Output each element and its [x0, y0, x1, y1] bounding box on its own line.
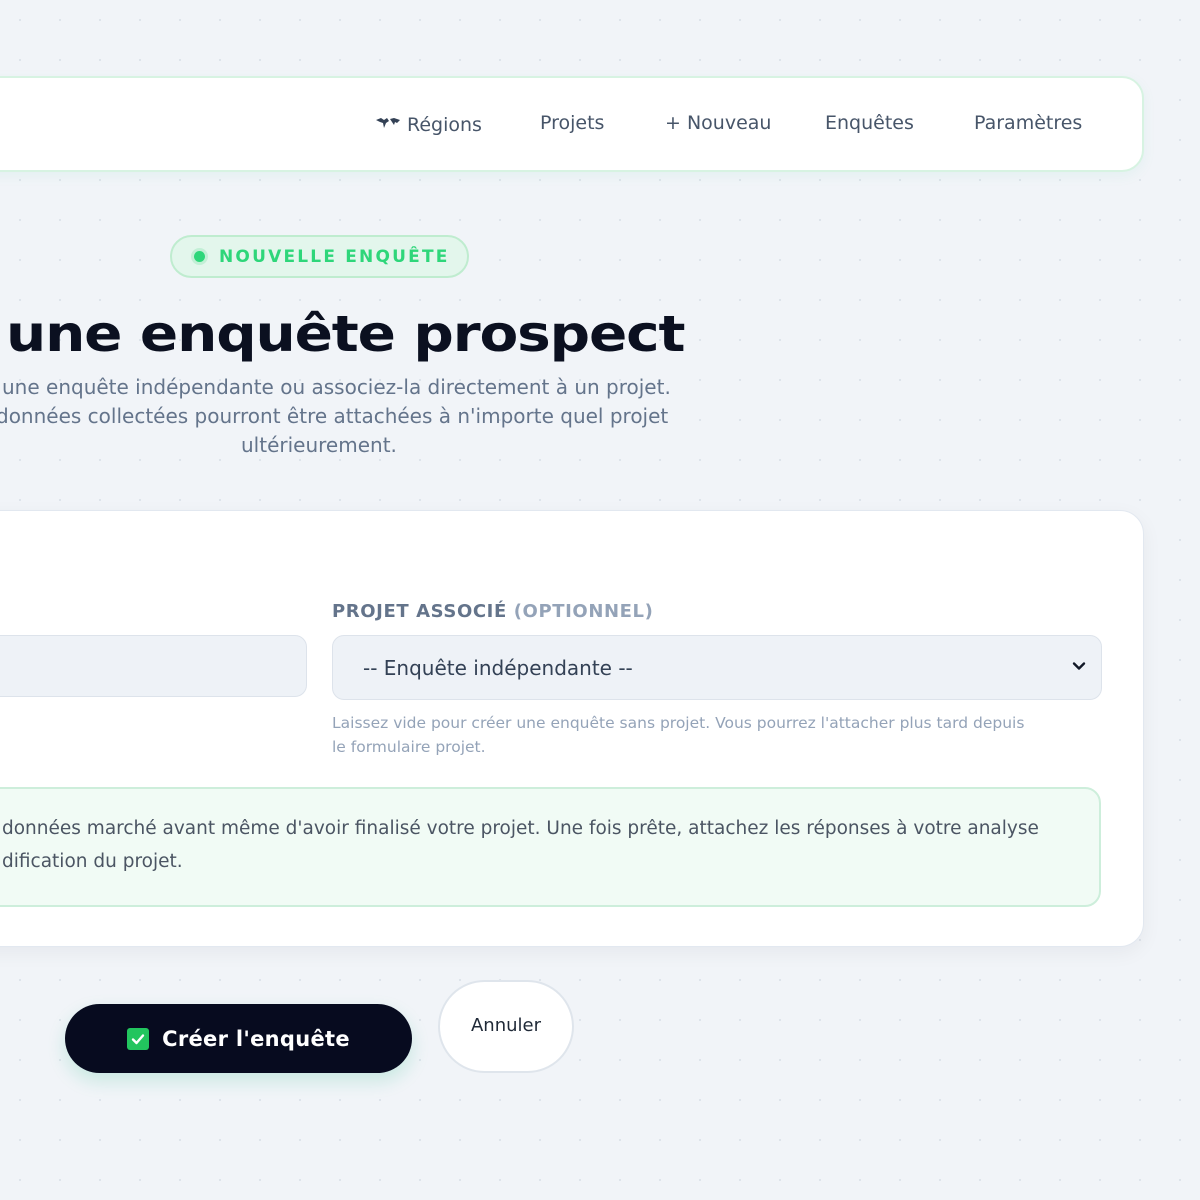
nav-item-label: Paramètres — [974, 112, 1083, 134]
project-select[interactable]: -- Enquête indépendante -- — [332, 635, 1102, 700]
info-callout-text: données marché avant même d'avoir finali… — [2, 818, 1039, 839]
nav-item-label: Enquêtes — [825, 112, 914, 134]
project-label-text: PROJET ASSOCIÉ — [332, 601, 507, 622]
check-box-icon — [127, 1027, 150, 1050]
status-dot-icon — [194, 251, 205, 262]
page-subtitle-line: une enquête indépendante ou associez-la … — [2, 375, 671, 399]
project-help-text: Laissez vide pour créer une enquête sans… — [332, 714, 1025, 732]
nav-item-projets[interactable]: Projets — [540, 112, 604, 134]
new-survey-badge: NOUVELLE ENQUÊTE — [170, 235, 469, 278]
info-callout-text: dification du projet. — [2, 851, 183, 872]
nav-item-label: Projets — [540, 112, 605, 134]
project-select-value: -- Enquête indépendante -- — [363, 655, 633, 680]
nav-item-nouveau[interactable]: + Nouveau — [665, 112, 771, 134]
create-survey-label: Créer l'enquête — [162, 1026, 350, 1051]
info-callout — [0, 787, 1101, 907]
page-subtitle-line: ultérieurement. — [241, 433, 397, 457]
project-field-label: PROJET ASSOCIÉ (OPTIONNEL) — [332, 601, 653, 622]
survey-name-input[interactable] — [0, 635, 307, 697]
page-title: une enquête prospect — [6, 305, 686, 363]
nav-item-label: + Nouveau — [665, 112, 772, 134]
nav-item-parametres[interactable]: Paramètres — [974, 112, 1082, 134]
page-subtitle-line: données collectées pourront être attaché… — [0, 404, 669, 428]
project-help-text: le formulaire projet. — [332, 738, 486, 756]
chevron-down-icon — [1072, 662, 1086, 670]
world-map-icon — [375, 116, 401, 134]
badge-label: NOUVELLE ENQUÊTE — [219, 246, 450, 267]
nav-item-label: Régions — [407, 114, 482, 136]
cancel-button[interactable]: Annuler — [438, 980, 574, 1073]
nav-item-enquetes[interactable]: Enquêtes — [825, 112, 914, 134]
nav-item-regions[interactable]: Régions — [375, 114, 482, 136]
project-label-optional: (OPTIONNEL) — [513, 601, 654, 622]
cancel-label: Annuler — [470, 1015, 541, 1036]
create-survey-button[interactable]: Créer l'enquête — [65, 1004, 412, 1073]
